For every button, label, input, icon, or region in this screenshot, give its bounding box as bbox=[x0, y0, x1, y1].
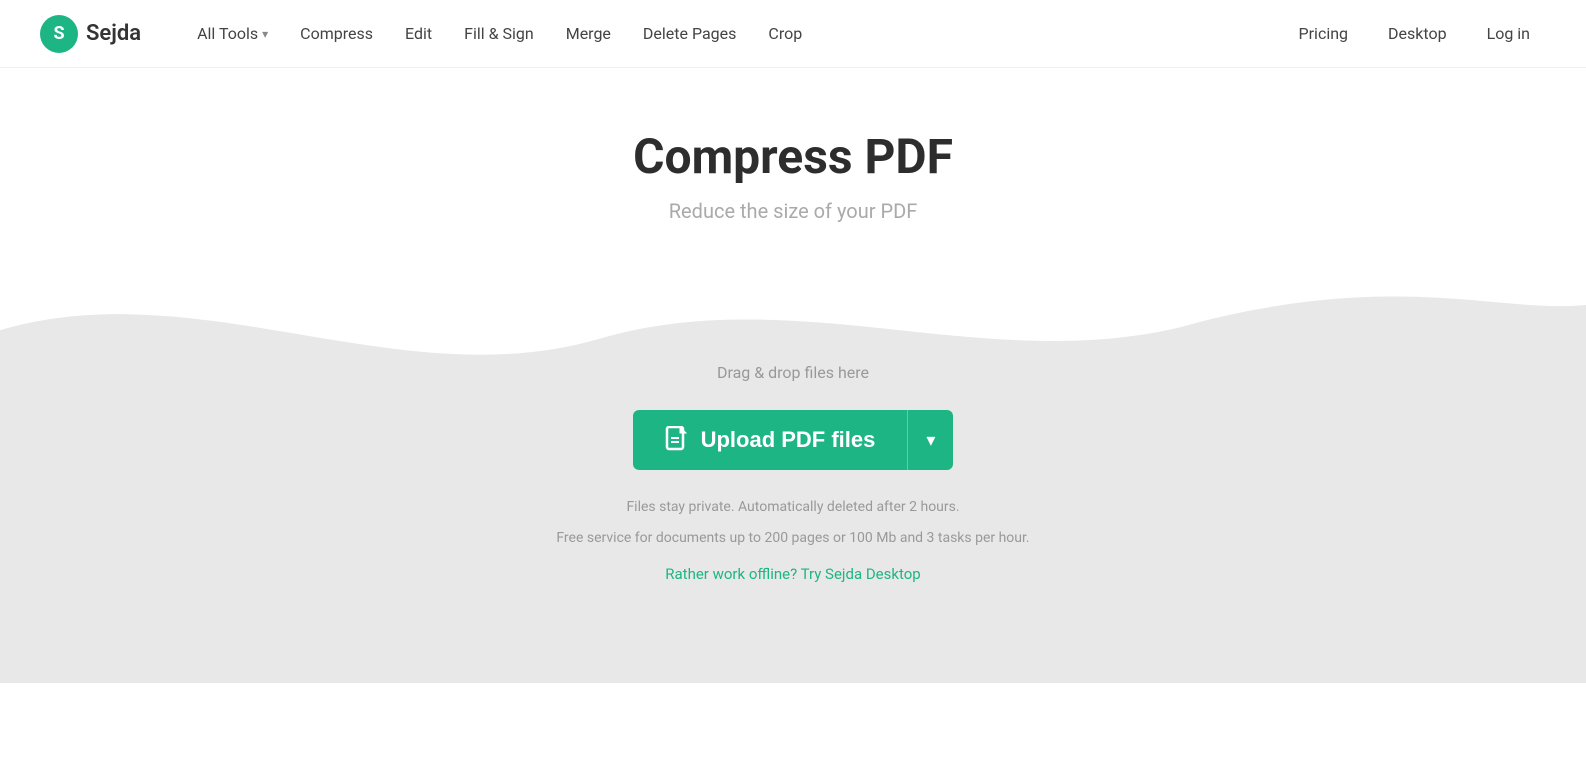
nav-item-crop[interactable]: Crop bbox=[752, 16, 818, 51]
dropdown-arrow-icon: ▾ bbox=[926, 430, 935, 450]
site-header: S Sejda All Tools ▾ Compress Edit Fill &… bbox=[0, 0, 1586, 68]
offline-link[interactable]: Rather work offline? Try Sejda Desktop bbox=[665, 565, 920, 583]
upload-area: Drag & drop files here Upload PDF files … bbox=[0, 283, 1586, 683]
upload-button-group: Upload PDF files ▾ bbox=[633, 410, 954, 470]
drag-drop-label: Drag & drop files here bbox=[717, 363, 869, 382]
logo[interactable]: S Sejda bbox=[40, 15, 141, 53]
privacy-text-line1: Files stay private. Automatically delete… bbox=[626, 494, 959, 521]
nav-pricing[interactable]: Pricing bbox=[1283, 16, 1365, 51]
nav-right: Pricing Desktop Log in bbox=[1283, 16, 1546, 51]
upload-button-label: Upload PDF files bbox=[701, 427, 876, 453]
nav-login[interactable]: Log in bbox=[1471, 16, 1546, 51]
nav-desktop[interactable]: Desktop bbox=[1372, 16, 1463, 51]
nav-item-delete-pages[interactable]: Delete Pages bbox=[627, 16, 752, 51]
main-nav: All Tools ▾ Compress Edit Fill & Sign Me… bbox=[181, 16, 1282, 51]
logo-icon: S bbox=[40, 15, 78, 53]
page-title: Compress PDF bbox=[20, 128, 1566, 185]
chevron-down-icon: ▾ bbox=[262, 27, 268, 41]
upload-dropdown-button[interactable]: ▾ bbox=[907, 410, 953, 470]
nav-item-fill-sign[interactable]: Fill & Sign bbox=[448, 16, 550, 51]
nav-item-merge[interactable]: Merge bbox=[550, 16, 627, 51]
page-subtitle: Reduce the size of your PDF bbox=[20, 199, 1566, 223]
hero-section: Compress PDF Reduce the size of your PDF bbox=[0, 68, 1586, 263]
nav-item-compress[interactable]: Compress bbox=[284, 16, 389, 51]
upload-section: Drag & drop files here Upload PDF files … bbox=[0, 263, 1586, 683]
upload-pdf-button[interactable]: Upload PDF files bbox=[633, 410, 908, 470]
nav-item-all-tools[interactable]: All Tools ▾ bbox=[181, 16, 284, 51]
nav-item-edit[interactable]: Edit bbox=[389, 16, 448, 51]
pdf-file-icon bbox=[665, 426, 689, 454]
logo-name: Sejda bbox=[86, 21, 141, 46]
privacy-text-line2: Free service for documents up to 200 pag… bbox=[556, 525, 1029, 552]
